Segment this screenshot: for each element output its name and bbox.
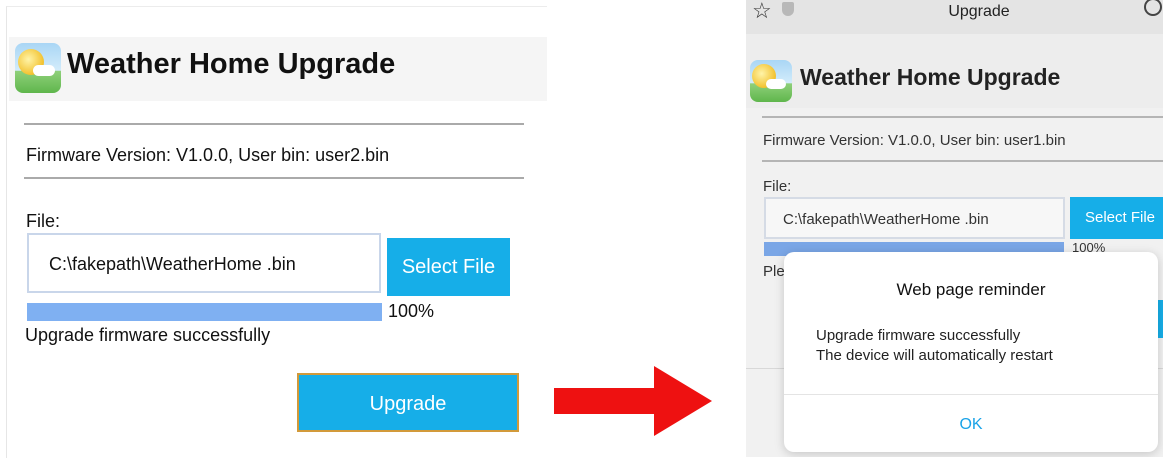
divider [762,160,1163,162]
page-title: Weather Home Upgrade [800,64,1061,90]
weather-app-logo-icon [750,60,792,102]
arrow-right-icon [554,366,712,436]
upgrade-page-before: Weather Home Upgrade Firmware Version: V… [6,6,547,458]
firmware-version-text: Firmware Version: V1.0.0, User bin: user… [763,132,1066,149]
dialog-message: Upgrade firmware successfully The device… [816,326,1053,366]
divider [24,177,524,179]
divider [24,123,524,125]
dialog-title: Web page reminder [896,280,1046,299]
upgrade-page-after: ☆ Upgrade Weather Home Upgrade Firmware … [746,0,1163,457]
browser-page-title: Upgrade [948,3,1010,20]
file-path-input[interactable]: C:\fakepath\WeatherHome .bin [764,197,1065,239]
upgrade-progress-bar [27,303,382,321]
dialog-divider [784,394,1158,395]
ok-button[interactable]: OK [784,416,1158,434]
status-message-partial: Ple [763,263,785,280]
file-label: File: [26,211,61,231]
progress-fill [27,303,382,321]
page-title: Weather Home Upgrade [67,48,396,80]
file-label: File: [763,178,792,195]
dialog-message-line-2: The device will automatically restart [816,347,1053,364]
select-file-button[interactable]: Select File [1070,197,1163,239]
file-path-value: C:\fakepath\WeatherHome .bin [783,211,989,228]
divider [762,116,1163,118]
status-message: Upgrade firmware successfully [25,325,271,345]
dialog-message-line-1: Upgrade firmware successfully [816,327,1021,344]
file-path-value: C:\fakepath\WeatherHome .bin [49,254,296,274]
upgrade-button-edge[interactable] [1158,300,1163,338]
weather-app-logo-icon [15,43,61,93]
browser-toolbar: ☆ Upgrade [746,0,1163,34]
file-path-input[interactable]: C:\fakepath\WeatherHome .bin [27,233,381,293]
upgrade-button[interactable]: Upgrade [297,373,519,432]
select-file-button[interactable]: Select File [387,238,510,296]
progress-percent: 100% [388,301,435,321]
firmware-version-text: Firmware Version: V1.0.0, User bin: user… [26,145,390,165]
reminder-dialog: Web page reminder Upgrade firmware succe… [784,252,1158,452]
